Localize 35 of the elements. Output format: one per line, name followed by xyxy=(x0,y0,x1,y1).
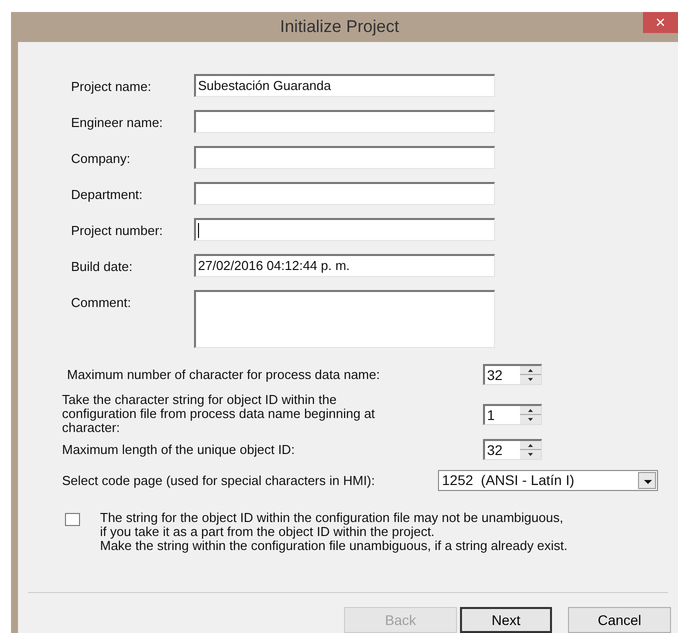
spinner-label: Maximum number of character for process data name: xyxy=(66,366,381,384)
field-label: Engineer name: xyxy=(71,114,164,132)
code-page-label: Select code page (used for special characters in HMI): xyxy=(62,472,376,490)
spinner-label: Take the character string for object ID within the configuration file from process data name beginning at character: xyxy=(62,393,376,435)
field-label: Company: xyxy=(71,150,132,168)
text-field[interactable]: Subestación Guaranda xyxy=(194,74,495,97)
field-label: Project name: xyxy=(71,78,152,96)
dialog-button[interactable]: Next xyxy=(460,607,552,633)
text-field[interactable] xyxy=(194,218,495,241)
number-spinner[interactable]: 32 xyxy=(483,364,542,385)
option-text: if you take it as a part from the object ID within the project. xyxy=(100,525,435,539)
option-text: The string for the object ID within the configuration file may not be unambiguous, xyxy=(100,511,564,525)
field-label: Project number: xyxy=(71,222,164,240)
spin-up-icon[interactable] xyxy=(520,366,541,375)
spin-down-icon[interactable] xyxy=(520,450,541,459)
text-field[interactable] xyxy=(194,290,495,348)
close-button[interactable]: ✕ xyxy=(643,12,678,33)
field-label: Department: xyxy=(71,186,144,204)
code-page-dropdown[interactable]: 1252 (ANSI - Latín I) xyxy=(438,470,658,491)
field-label: Comment: xyxy=(71,294,132,312)
spin-up-icon[interactable] xyxy=(520,441,541,450)
text-field[interactable] xyxy=(194,110,495,133)
number-spinner[interactable]: 1 xyxy=(483,404,542,424)
text-field[interactable] xyxy=(194,146,495,169)
text-field[interactable]: 27/02/2016 04:12:44 p. m. xyxy=(194,254,495,277)
spinner-label: Maximum length of the unique object ID: xyxy=(62,442,296,456)
option-text: Make the string within the configuration file unambiguous, if a string already exist. xyxy=(100,539,568,553)
window-title: Initialize Project xyxy=(280,16,400,38)
number-spinner[interactable]: 32 xyxy=(483,439,542,460)
spin-up-icon[interactable] xyxy=(520,406,541,414)
dialog-button[interactable]: Cancel xyxy=(568,607,671,633)
checkbox[interactable] xyxy=(65,513,80,526)
spin-down-icon[interactable] xyxy=(520,375,541,384)
text-field[interactable] xyxy=(194,182,495,205)
field-label: Build date: xyxy=(71,258,134,276)
